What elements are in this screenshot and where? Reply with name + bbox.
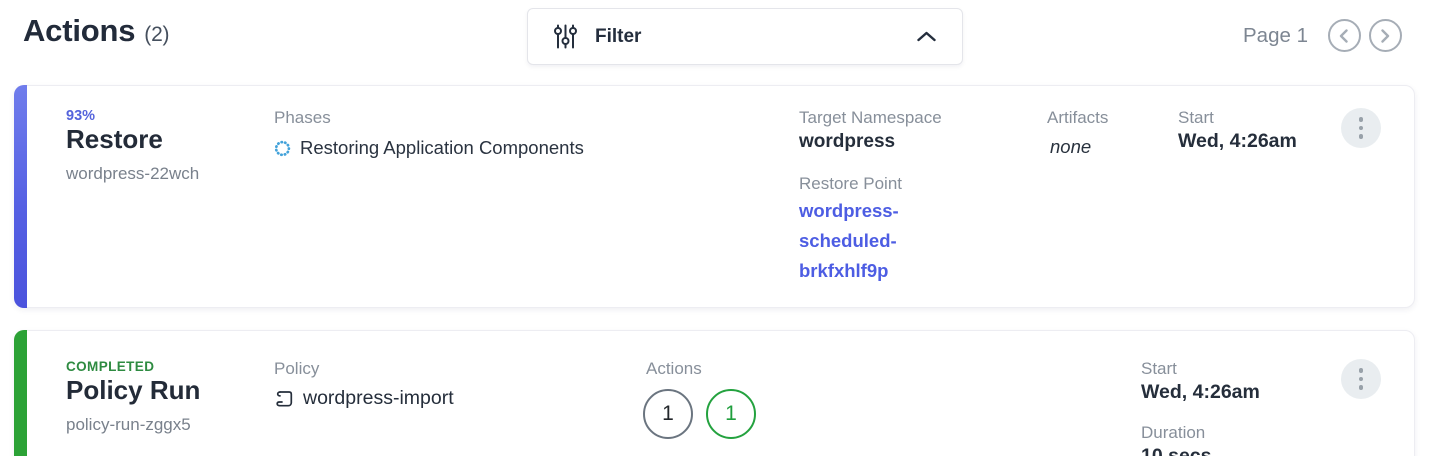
start-label: Start: [1178, 108, 1214, 128]
status-accent-bar: [14, 330, 27, 456]
more-actions-button[interactable]: [1341, 359, 1381, 399]
next-page-button[interactable]: [1369, 19, 1402, 52]
action-id: policy-run-zggx5: [66, 415, 191, 435]
kebab-dot: [1359, 385, 1364, 390]
action-title: Restore: [66, 124, 163, 155]
pagination: Page 1: [1243, 19, 1402, 52]
completed-actions-badge: 1: [706, 389, 756, 439]
spinner-icon: [274, 140, 291, 157]
kebab-dot: [1359, 377, 1364, 382]
prev-page-button[interactable]: [1328, 19, 1361, 52]
phases-label: Phases: [274, 108, 331, 128]
restore-point-label: Restore Point: [799, 174, 902, 194]
page-title: Actions (2): [23, 13, 169, 49]
action-count-badges: 1 1: [643, 389, 756, 439]
start-value: Wed, 4:26am: [1178, 130, 1297, 153]
start-value: Wed, 4:26am: [1141, 381, 1260, 404]
artifacts-value: none: [1050, 136, 1091, 158]
actions-label: Actions: [646, 359, 702, 379]
action-title: Policy Run: [66, 375, 200, 406]
more-actions-button[interactable]: [1341, 108, 1381, 148]
progress-percent: 93%: [66, 108, 95, 124]
kebab-dot: [1359, 134, 1364, 139]
kebab-dot: [1359, 117, 1364, 122]
start-label: Start: [1141, 359, 1177, 379]
filter-sliders-icon: [554, 24, 578, 50]
target-namespace-value: wordpress: [799, 131, 895, 153]
policy-row: wordpress-import: [274, 387, 454, 410]
filter-label: Filter: [595, 26, 641, 48]
filter-button[interactable]: Filter: [527, 8, 963, 65]
action-id: wordpress-22wch: [66, 164, 199, 184]
phase-row: Restoring Application Components: [274, 137, 584, 159]
action-card-policy-run[interactable]: COMPLETED Policy Run policy-run-zggx5 Po…: [14, 330, 1415, 456]
restore-point-link[interactable]: wordpress-scheduled-brkfxhlf9p: [799, 196, 927, 286]
phase-value: Restoring Application Components: [300, 137, 584, 159]
status-accent-bar: [14, 85, 27, 308]
action-card-restore[interactable]: 93% Restore wordpress-22wch Phases Resto…: [14, 85, 1415, 308]
page-count: (2): [144, 23, 169, 46]
page-indicator: Page 1: [1243, 24, 1308, 48]
status-badge: COMPLETED: [66, 359, 154, 374]
kebab-dot: [1359, 368, 1364, 373]
kebab-dot: [1359, 126, 1364, 131]
policy-value: wordpress-import: [303, 387, 454, 410]
chevron-up-icon: [917, 31, 936, 42]
target-namespace-label: Target Namespace: [799, 108, 942, 128]
page-title-text: Actions: [23, 13, 135, 48]
policy-scroll-icon: [274, 389, 294, 409]
total-actions-badge: 1: [643, 389, 693, 439]
actions-page: Actions (2) Filter Page 1: [0, 0, 1451, 456]
artifacts-label: Artifacts: [1047, 108, 1108, 128]
duration-value: 10 secs: [1141, 445, 1212, 456]
duration-label: Duration: [1141, 423, 1205, 443]
policy-label: Policy: [274, 359, 319, 379]
